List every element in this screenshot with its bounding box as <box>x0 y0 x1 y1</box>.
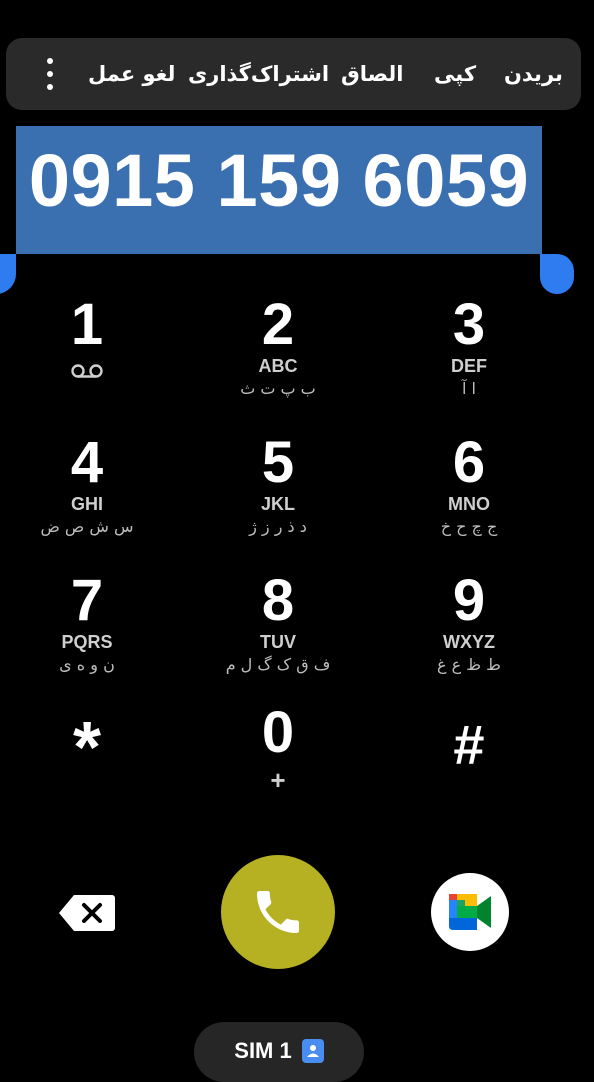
key-persian-letters: ب پ ت ث <box>240 379 316 398</box>
key-digit: 7 <box>70 568 104 633</box>
sim-label: SIM 1 <box>234 1038 292 1063</box>
key-letters: WXYZ <box>443 632 495 652</box>
call-button[interactable] <box>221 855 335 969</box>
dialed-number-field[interactable]: 0915 159 6059 <box>16 126 542 254</box>
key-9[interactable]: 9 WXYZ ط ظ ع غ <box>384 572 554 692</box>
key-digit: 2 <box>261 292 295 357</box>
text-selection-menu: لغو عمل اشتراک‌گذاری الصاق کپی بریدن <box>6 38 581 110</box>
sim-selector[interactable]: SIM 1 <box>194 1022 364 1082</box>
key-letters: + <box>270 765 286 795</box>
key-letters: PQRS <box>61 632 113 652</box>
key-hash[interactable]: # <box>384 716 554 836</box>
google-meet-icon <box>449 894 491 930</box>
key-persian-letters: س ش ص ض <box>40 517 134 536</box>
key-2[interactable]: 2 ABC ب پ ت ث <box>193 296 363 416</box>
key-digit: 8 <box>261 568 295 633</box>
selection-handle-start[interactable] <box>0 254 16 294</box>
key-digit: * <box>72 708 102 788</box>
google-meet-button[interactable] <box>431 873 509 951</box>
key-digit: 4 <box>70 430 104 495</box>
selection-handle-end[interactable] <box>540 254 574 294</box>
undo-menu-item[interactable]: لغو عمل <box>88 38 175 110</box>
key-digit: 9 <box>452 568 486 633</box>
more-options-icon[interactable] <box>36 58 64 90</box>
key-1[interactable]: 1 <box>2 296 172 416</box>
share-menu-item[interactable]: اشتراک‌گذاری <box>188 38 329 110</box>
key-letters: JKL <box>260 494 295 514</box>
key-letters: GHI <box>70 494 103 514</box>
key-3[interactable]: 3 DEF ا آ <box>384 296 554 416</box>
key-persian-letters: د ذ ر ز ژ <box>249 517 307 536</box>
key-persian-letters: ا آ <box>462 379 476 398</box>
cut-menu-item[interactable]: بریدن <box>504 38 563 110</box>
key-7[interactable]: 7 PQRS ن و ه ی <box>2 572 172 692</box>
phone-icon <box>257 891 299 933</box>
key-letters: DEF <box>451 356 487 376</box>
key-8[interactable]: 8 TUV ف ق ک گ ل م <box>193 572 363 692</box>
key-letters: TUV <box>260 632 296 652</box>
key-digit: 1 <box>70 292 104 357</box>
key-digit: 5 <box>261 430 295 495</box>
key-0[interactable]: 0 + <box>193 704 363 824</box>
key-letters: MNO <box>448 494 490 514</box>
contact-card-icon <box>301 1039 324 1063</box>
copy-menu-item[interactable]: کپی <box>434 38 476 110</box>
key-digit: 0 <box>261 700 295 765</box>
key-persian-letters: ف ق ک گ ل م <box>225 655 331 674</box>
key-star[interactable]: * <box>2 712 172 832</box>
key-5[interactable]: 5 JKL د ذ ر ز ژ <box>193 434 363 554</box>
paste-menu-item[interactable]: الصاق <box>341 38 403 110</box>
key-persian-letters: ط ظ ع غ <box>437 655 501 674</box>
key-persian-letters: ن و ه ی <box>59 655 115 674</box>
voicemail-icon <box>71 364 103 378</box>
key-4[interactable]: 4 GHI س ش ص ض <box>2 434 172 554</box>
key-letters: ABC <box>258 356 298 376</box>
dialed-number[interactable]: 0915 159 6059 <box>16 126 542 254</box>
backspace-icon <box>59 895 115 931</box>
key-persian-letters: ج چ ح خ <box>440 517 498 536</box>
key-digit: 3 <box>452 292 486 357</box>
key-6[interactable]: 6 MNO ج چ ح خ <box>384 434 554 554</box>
key-digit: # <box>453 713 485 776</box>
backspace-button[interactable] <box>58 893 116 933</box>
key-digit: 6 <box>452 430 486 495</box>
